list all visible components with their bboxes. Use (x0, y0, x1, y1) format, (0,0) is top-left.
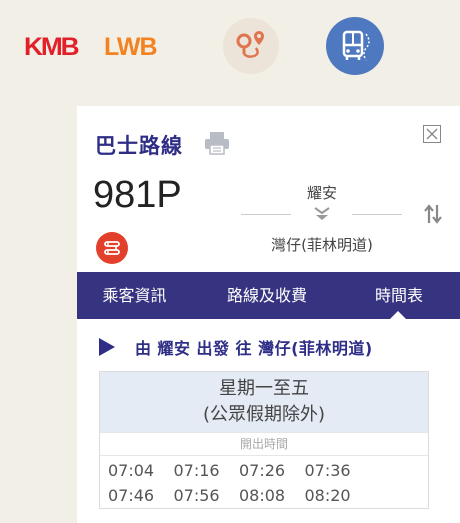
route-destination: 灣仔(菲林明道) (271, 236, 373, 254)
departure-time: 07:26 (239, 461, 286, 480)
direction-to-word: 往 (235, 339, 253, 358)
divider-right (352, 214, 402, 215)
route-map-button[interactable] (96, 232, 128, 264)
route-number: 981P (93, 174, 182, 216)
timetable: 星期一至五 (公眾假期除外) 開出時間 07:04 07:16 07:26 07… (99, 371, 429, 509)
tab-route-fare[interactable]: 路線及收費 (206, 272, 328, 319)
timetable-days: 星期一至五 (219, 378, 309, 399)
print-icon[interactable] (204, 131, 230, 159)
swap-direction-icon[interactable] (422, 203, 444, 229)
departure-time: 07:04 (108, 461, 155, 480)
direction-origin: 耀安 (157, 339, 191, 358)
bus-route-button[interactable] (326, 17, 384, 75)
panel-title: 巴士路線 (95, 134, 183, 158)
direction-depart-word: 出發 (196, 339, 230, 358)
play-arrow-icon (99, 338, 115, 356)
chevron-down-icon (314, 206, 330, 226)
departure-time: 07:16 (173, 461, 220, 480)
direction-destination: 灣仔(菲林明道) (258, 339, 373, 358)
timetable-column-label: 開出時間 (100, 432, 428, 456)
direction-from-word: 由 (135, 339, 152, 358)
departure-time: 08:20 (304, 486, 351, 505)
close-icon[interactable] (423, 125, 441, 143)
kmb-logo[interactable]: KMB (24, 33, 80, 62)
top-bar: KMB LWB (0, 0, 460, 100)
route-pin-icon (236, 31, 264, 58)
departure-time: 07:36 (304, 461, 351, 480)
lwb-logo[interactable]: LWB (104, 33, 158, 62)
route-origin: 耀安 (306, 184, 337, 202)
route-search-button[interactable] (223, 18, 279, 74)
bus-route-icon (342, 30, 370, 61)
route-panel: 巴士路線 981P 耀安 灣仔(菲林明道) 乘客資訊 路線及收費 時間表 由 耀… (77, 106, 460, 523)
route-map-icon (104, 241, 120, 255)
departure-time: 08:08 (239, 486, 286, 505)
tab-passenger-info[interactable]: 乘客資訊 (77, 272, 192, 319)
divider-left (241, 214, 291, 215)
timetable-header: 星期一至五 (公眾假期除外) (100, 372, 428, 432)
direction-heading: 由耀安 出發往灣仔(菲林明道) (99, 335, 379, 359)
timetable-times: 07:04 07:16 07:26 07:36 07:46 07:56 08:0… (100, 456, 428, 508)
departure-time: 07:56 (173, 486, 220, 505)
timetable-days-note: (公眾假期除外) (202, 404, 326, 425)
departure-time: 07:46 (108, 486, 155, 505)
active-tab-indicator (390, 311, 406, 319)
